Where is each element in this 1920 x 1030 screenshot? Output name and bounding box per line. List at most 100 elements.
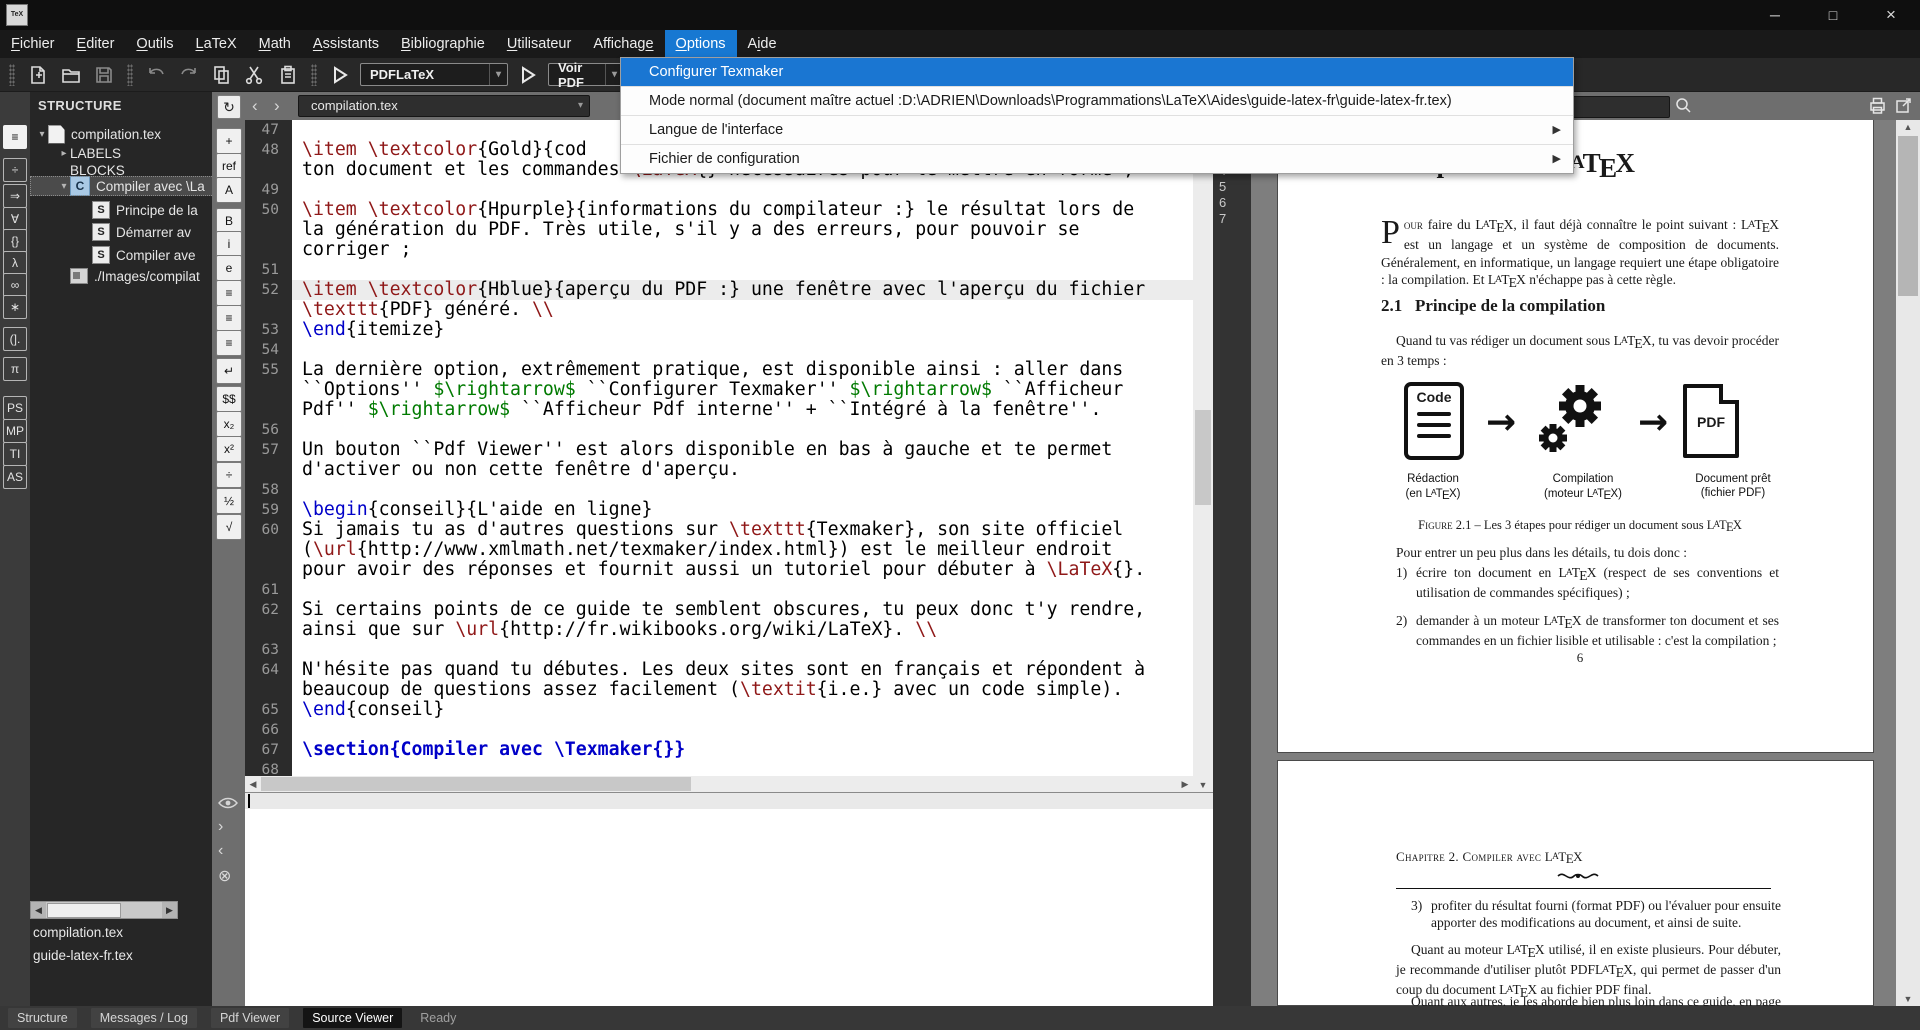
previous-document-icon[interactable]: ‹ (252, 95, 258, 117)
sidebar-tab-asymptote-icon[interactable]: AS (3, 465, 27, 489)
code-line[interactable]: \texttt{PDF} généré. \\ (245, 300, 1213, 320)
sidebar-tab-tikz-icon[interactable]: TI (3, 442, 27, 466)
previous-icon[interactable]: ‹ (218, 842, 223, 860)
structure-tree-item[interactable]: SDémarrer av (30, 222, 212, 242)
save-icon[interactable] (91, 62, 117, 88)
tree-expander-icon[interactable]: ▾ (58, 181, 70, 192)
cut-icon[interactable] (242, 62, 268, 88)
toolbar-grip[interactable] (311, 64, 317, 86)
compiler-select[interactable]: PDFLaTeX ▾ (360, 63, 508, 86)
sidebar-tab-metapost-icon[interactable]: MP (3, 419, 27, 443)
code-line[interactable]: pour avoir des réponses et fournit aussi… (245, 560, 1213, 580)
open-file-item[interactable]: guide-latex-fr.tex (33, 946, 209, 966)
statusbar-button-pdf-viewer[interactable]: Pdf Viewer (211, 1008, 289, 1028)
sidebar-tab-arrow-symbols-icon[interactable]: ⇒ (3, 184, 27, 208)
menu-item-latex[interactable]: LaTeX (184, 30, 247, 58)
code-line[interactable]: 53\end{itemize} (245, 320, 1213, 340)
statusbar-button-structure[interactable]: Structure (8, 1008, 77, 1028)
pdf-page-list-item[interactable]: 6 (1219, 195, 1226, 210)
itemize-icon[interactable]: ≡ (216, 280, 242, 306)
code-line[interactable]: 61 (245, 580, 1213, 600)
tree-expander-icon[interactable]: ▸ (58, 148, 70, 159)
scroll-right-icon[interactable]: ▶ (162, 902, 177, 918)
code-line[interactable]: 52\item \textcolor{Hblue}{aperçu du PDF … (245, 280, 1213, 300)
scroll-left-icon[interactable]: ◀ (31, 902, 46, 918)
menu-item-bibliographie[interactable]: Bibliographie (390, 30, 496, 58)
scrollbar-thumb[interactable] (1898, 136, 1918, 296)
code-line[interactable]: 67\section{Compiler avec \Texmaker{}} (245, 740, 1213, 760)
toolbar-grip[interactable] (127, 64, 133, 86)
code-line[interactable]: ``Options'' $\rightarrow$ ``Configurer T… (245, 380, 1213, 400)
options-menu-item[interactable]: Langue de l'interface▶ (621, 115, 1573, 144)
math-mode-icon[interactable]: $$ (216, 386, 242, 412)
new-document-icon[interactable] (25, 62, 51, 88)
code-line[interactable]: 63 (245, 640, 1213, 660)
italic-icon[interactable]: i (216, 231, 242, 257)
sidebar-tab-special-symbols-icon[interactable]: ∗ (3, 295, 27, 319)
structure-tree-item[interactable]: SPrincipe de la (30, 200, 212, 220)
open-file-selector[interactable]: compilation.tex ▾ (298, 95, 590, 117)
structure-tree-item[interactable]: ▾CCompiler avec \La (30, 176, 212, 196)
code-line[interactable]: 50\item \textcolor{Hpurple}{informations… (245, 200, 1213, 220)
insert-icon[interactable]: + (216, 128, 242, 154)
view-select[interactable]: Voir PDF ▾ (548, 63, 624, 86)
sidebar-tab-misc-math-icon[interactable]: ∞ (3, 273, 27, 297)
menu-item-assistants[interactable]: Assistants (302, 30, 390, 58)
code-line[interactable]: corriger ; (245, 240, 1213, 260)
structure-tree-item[interactable]: ▾compilation.tex (30, 124, 212, 144)
statusbar-button-source-viewer[interactable]: Source Viewer (303, 1008, 402, 1028)
run-view-icon[interactable] (515, 62, 541, 88)
maximize-button[interactable]: □ (1804, 0, 1862, 30)
code-area[interactable]: 4748\item \textcolor{Gold}{codton docume… (245, 120, 1213, 776)
description-icon[interactable]: ≡ (216, 330, 242, 356)
code-line[interactable]: beaucoup de questions assez facilement (… (245, 680, 1213, 700)
code-line[interactable]: 68 (245, 760, 1213, 776)
sidebar-tab-pstricks-icon[interactable]: PS (3, 396, 27, 420)
structure-scrollbar[interactable]: ◀ ▶ (30, 901, 178, 919)
subscript-icon[interactable]: x₂ (216, 411, 242, 437)
scrollbar-thumb[interactable] (47, 903, 121, 918)
sidebar-tab-relation-symbols-icon[interactable]: ÷ (3, 158, 27, 182)
code-line[interactable]: 57Un bouton ``Pdf Viewer'' est alors dis… (245, 440, 1213, 460)
tree-expander-icon[interactable]: ▾ (36, 129, 48, 140)
code-line[interactable]: 58 (245, 480, 1213, 500)
pdf-page-list-item[interactable]: 7 (1219, 211, 1226, 226)
undo-icon[interactable] (143, 62, 169, 88)
code-line[interactable]: Pdf'' $\rightarrow$ ``Afficheur Pdf inte… (245, 400, 1213, 420)
menu-item-aide[interactable]: Aide (737, 30, 788, 58)
menu-item-outils[interactable]: Outils (125, 30, 184, 58)
code-line[interactable]: (\url{http://www.xmlmath.net/texmaker/in… (245, 540, 1213, 560)
menu-item-fichier[interactable]: Fichier (0, 30, 66, 58)
open-file-item[interactable]: compilation.tex (33, 923, 209, 943)
code-line[interactable]: ainsi que sur \url{http://fr.wikibooks.o… (245, 620, 1213, 640)
statusbar-button-messages-log[interactable]: Messages / Log (91, 1008, 197, 1028)
sidebar-tab-delimiters-icon[interactable]: {} (3, 229, 27, 253)
external-viewer-icon[interactable] (1894, 96, 1913, 120)
sqrt-icon[interactable]: √ (216, 514, 242, 540)
code-line[interactable]: 62Si certains points de ce guide te semb… (245, 600, 1213, 620)
code-line[interactable]: 59\begin{conseil}{L'aide en ligne} (245, 500, 1213, 520)
sidebar-tab-misc-symbols-icon[interactable]: ∀ (3, 207, 27, 231)
pdf-page-list[interactable]: 4567 (1213, 120, 1251, 1006)
sidebar-tab-unicode-symbols-icon[interactable]: π (3, 357, 27, 381)
options-menu-item[interactable]: Fichier de configuration▶ (621, 144, 1573, 173)
dfrac-icon[interactable]: ½ (216, 488, 242, 514)
next-document-icon[interactable]: › (274, 95, 280, 117)
search-icon[interactable] (1674, 96, 1693, 120)
refresh-structure-icon[interactable]: ↻ (217, 95, 241, 119)
emph-icon[interactable]: e (216, 255, 242, 281)
toolbar-grip[interactable] (9, 64, 15, 86)
options-menu-item[interactable]: Mode normal (document maître actuel :D:\… (621, 86, 1573, 115)
structure-tree-item[interactable]: SCompiler ave (30, 245, 212, 265)
message-console[interactable] (245, 792, 1213, 1006)
superscript-icon[interactable]: x² (216, 436, 242, 462)
run-compile-icon[interactable] (327, 62, 353, 88)
pdf-page-list-item[interactable]: 5 (1219, 179, 1226, 194)
next-icon[interactable]: › (218, 818, 223, 836)
code-line[interactable]: 49 (245, 180, 1213, 200)
code-line[interactable]: 60Si jamais tu as d'autres questions sur… (245, 520, 1213, 540)
enumerate-icon[interactable]: ≡ (216, 305, 242, 331)
scrollbar-thumb[interactable] (1195, 410, 1211, 505)
print-icon[interactable] (1868, 96, 1887, 120)
code-line[interactable]: 55La dernière option, extrêmement pratiq… (245, 360, 1213, 380)
